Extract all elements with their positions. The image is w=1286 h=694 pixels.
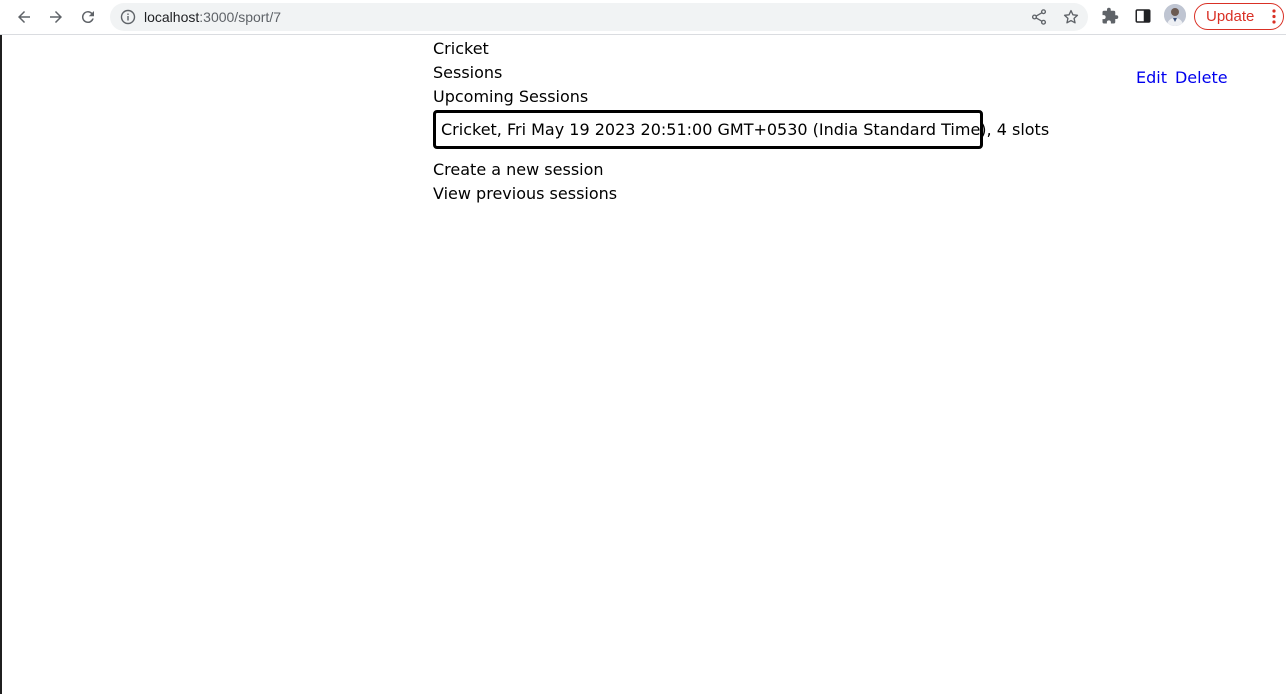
session-links: Create a new session View previous sessi… [433, 158, 983, 206]
delete-link[interactable]: Delete [1175, 68, 1228, 87]
sport-actions: Edit Delete [1136, 66, 1228, 90]
url-text[interactable]: localhost:3000/sport/7 [144, 9, 281, 25]
back-button[interactable] [11, 4, 37, 30]
address-bar[interactable]: localhost:3000/sport/7 [110, 3, 1088, 31]
kebab-menu-icon [1272, 9, 1276, 24]
sessions-heading: Sessions [433, 63, 503, 82]
edit-link[interactable]: Edit [1136, 68, 1167, 87]
share-icon[interactable] [1030, 8, 1048, 26]
window-edge [0, 35, 2, 694]
sport-page: Cricket Sessions Upcoming Sessions Crick… [433, 37, 1049, 206]
info-icon[interactable] [120, 9, 136, 25]
sport-title: Cricket [433, 39, 489, 58]
upcoming-sessions-heading: Upcoming Sessions [433, 87, 589, 106]
puzzle-icon[interactable] [1101, 7, 1119, 25]
reload-button[interactable] [75, 4, 101, 30]
back-arrow-icon [18, 11, 30, 23]
forward-button[interactable] [43, 4, 69, 30]
update-label: Update [1206, 8, 1255, 25]
previous-sessions-link[interactable]: View previous sessions [433, 182, 983, 206]
profile-avatar[interactable] [1164, 4, 1186, 26]
url-host: localhost [144, 9, 200, 25]
create-session-link[interactable]: Create a new session [433, 158, 983, 182]
profile-picture [1164, 4, 1186, 26]
browser-toolbar: localhost:3000/sport/7 Update [0, 0, 1286, 35]
url-path: :3000/sport/7 [199, 9, 281, 25]
forward-arrow-icon [50, 11, 62, 23]
side-panel-icon[interactable] [1134, 7, 1152, 25]
upcoming-session-item[interactable]: Cricket, Fri May 19 2023 20:51:00 GMT+05… [433, 110, 1049, 149]
reload-icon [81, 11, 94, 24]
star-icon[interactable] [1062, 8, 1080, 26]
update-button[interactable]: Update [1194, 3, 1284, 30]
